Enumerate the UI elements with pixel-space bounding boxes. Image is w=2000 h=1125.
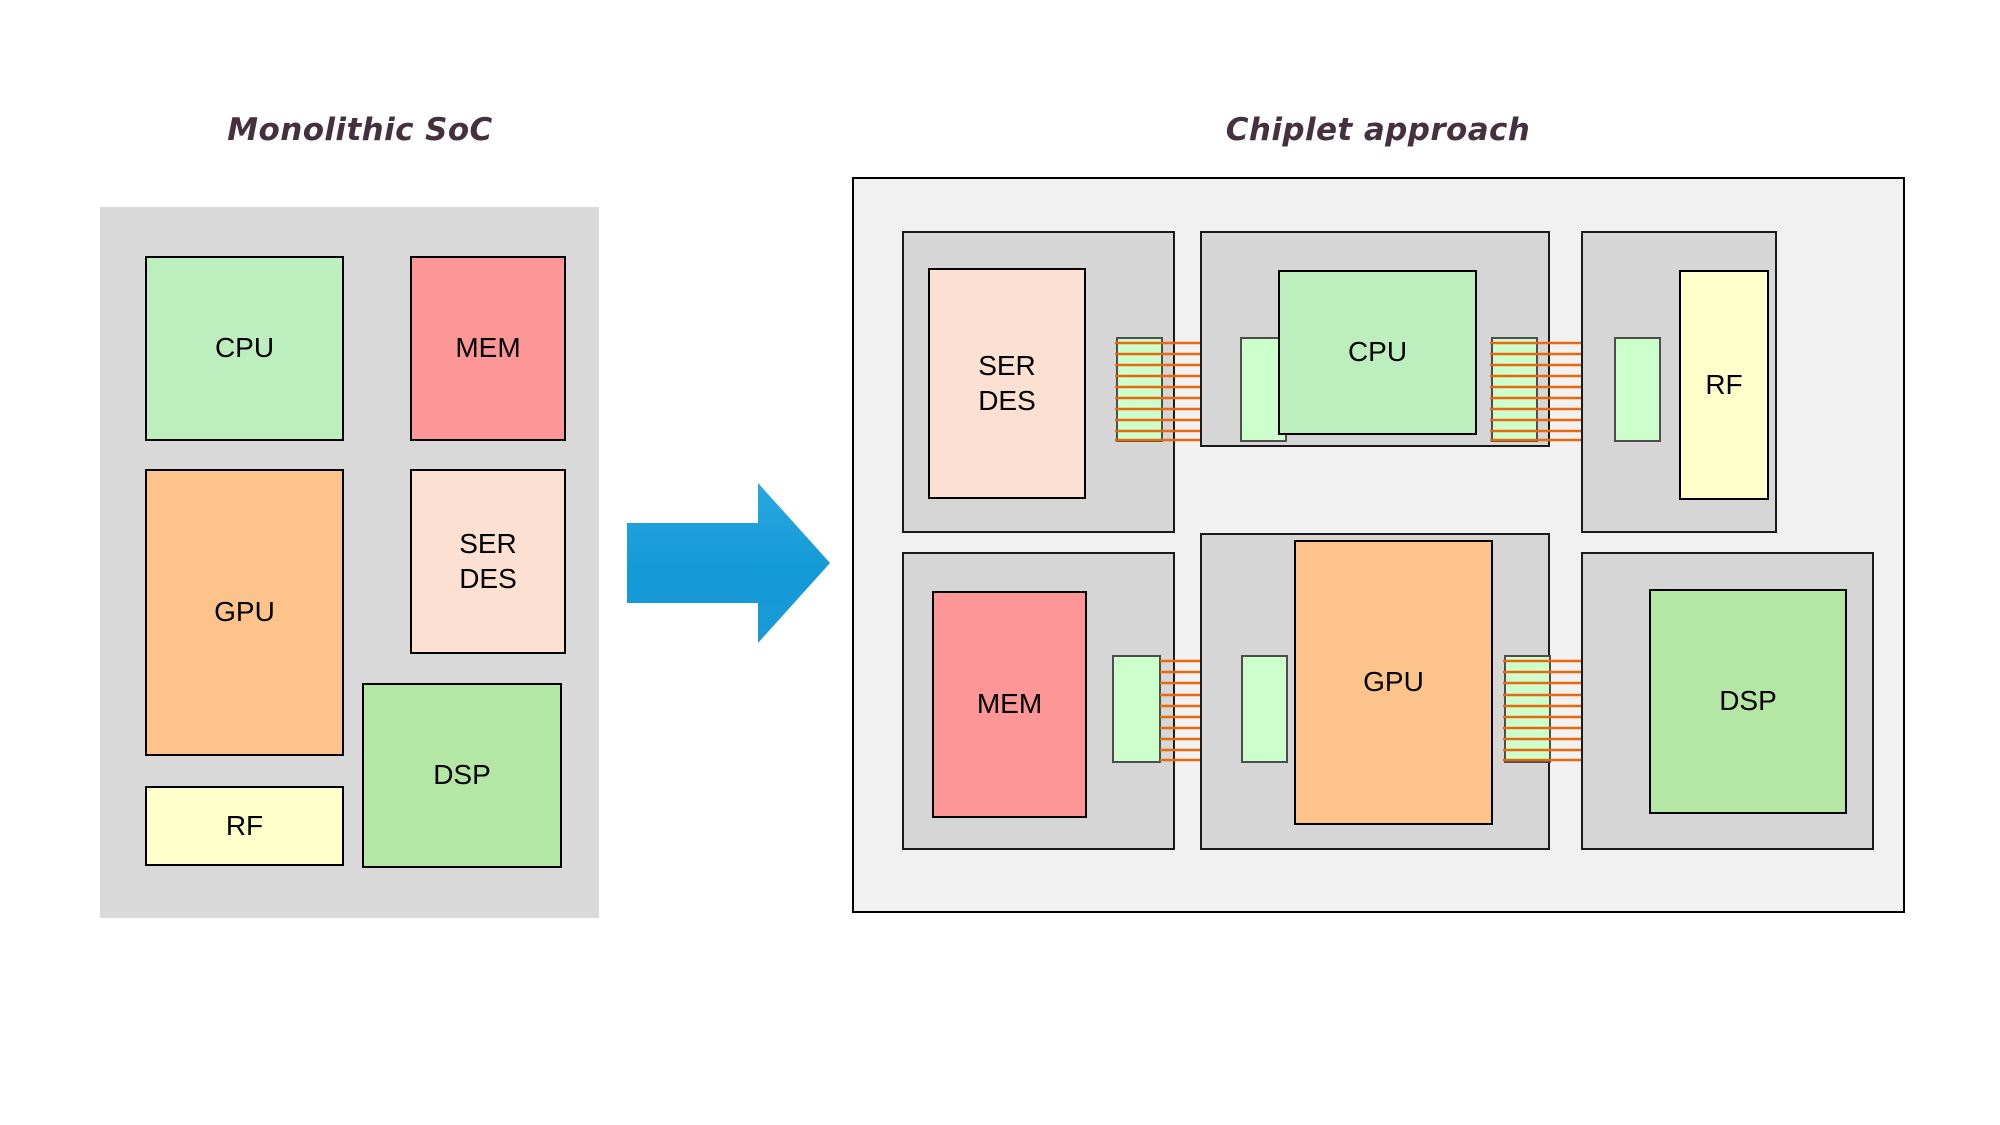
- chiplet-panel-title: Chiplet approach: [1225, 112, 1531, 148]
- monolithic-block-dsp-label: DSP: [433, 759, 491, 791]
- transition-arrow: [627, 483, 830, 643]
- monolithic-block-gpu-label: GPU: [214, 596, 275, 628]
- chiplet-block-rf-label: RF: [1705, 368, 1743, 400]
- chiplet-block-serdes: SER DES: [928, 268, 1086, 499]
- monolithic-block-dsp: DSP: [362, 683, 562, 868]
- monolithic-block-serdes-label: SER DES: [459, 528, 517, 594]
- monolithic-block-serdes: SER DES: [410, 469, 566, 654]
- chiplet-block-mem-label: MEM: [976, 688, 1043, 720]
- monolithic-panel-title: Monolithic SoC: [227, 112, 493, 148]
- chiplet-block-cpu-label: CPU: [1347, 336, 1408, 368]
- transition-arrow-icon: [627, 483, 830, 643]
- monolithic-block-mem-label: MEM: [455, 332, 521, 364]
- diagram-canvas: Monolithic SoC Chiplet approach CPU MEM …: [0, 0, 2000, 1125]
- chiplet-block-serdes-label: SER DES: [978, 350, 1036, 416]
- chiplet-pad-rf-west: [1614, 337, 1661, 442]
- chiplet-block-mem: MEM: [932, 591, 1087, 818]
- monolithic-block-mem: MEM: [410, 256, 566, 441]
- monolithic-block-cpu: CPU: [145, 256, 344, 441]
- chiplet-block-gpu-label: GPU: [1363, 666, 1424, 698]
- chiplet-block-rf: RF: [1679, 270, 1769, 500]
- monolithic-block-gpu: GPU: [145, 469, 344, 756]
- monolithic-block-rf-label: RF: [225, 809, 264, 841]
- chiplet-pad-gpu-west: [1241, 655, 1288, 763]
- monolithic-block-rf: RF: [145, 786, 344, 866]
- chiplet-block-cpu: CPU: [1278, 270, 1477, 435]
- chiplet-block-dsp-label: DSP: [1719, 685, 1777, 717]
- chiplet-block-gpu: GPU: [1294, 540, 1493, 825]
- chiplet-pad-mem-east: [1112, 655, 1161, 763]
- monolithic-block-cpu-label: CPU: [214, 332, 275, 364]
- chiplet-block-dsp: DSP: [1649, 589, 1847, 814]
